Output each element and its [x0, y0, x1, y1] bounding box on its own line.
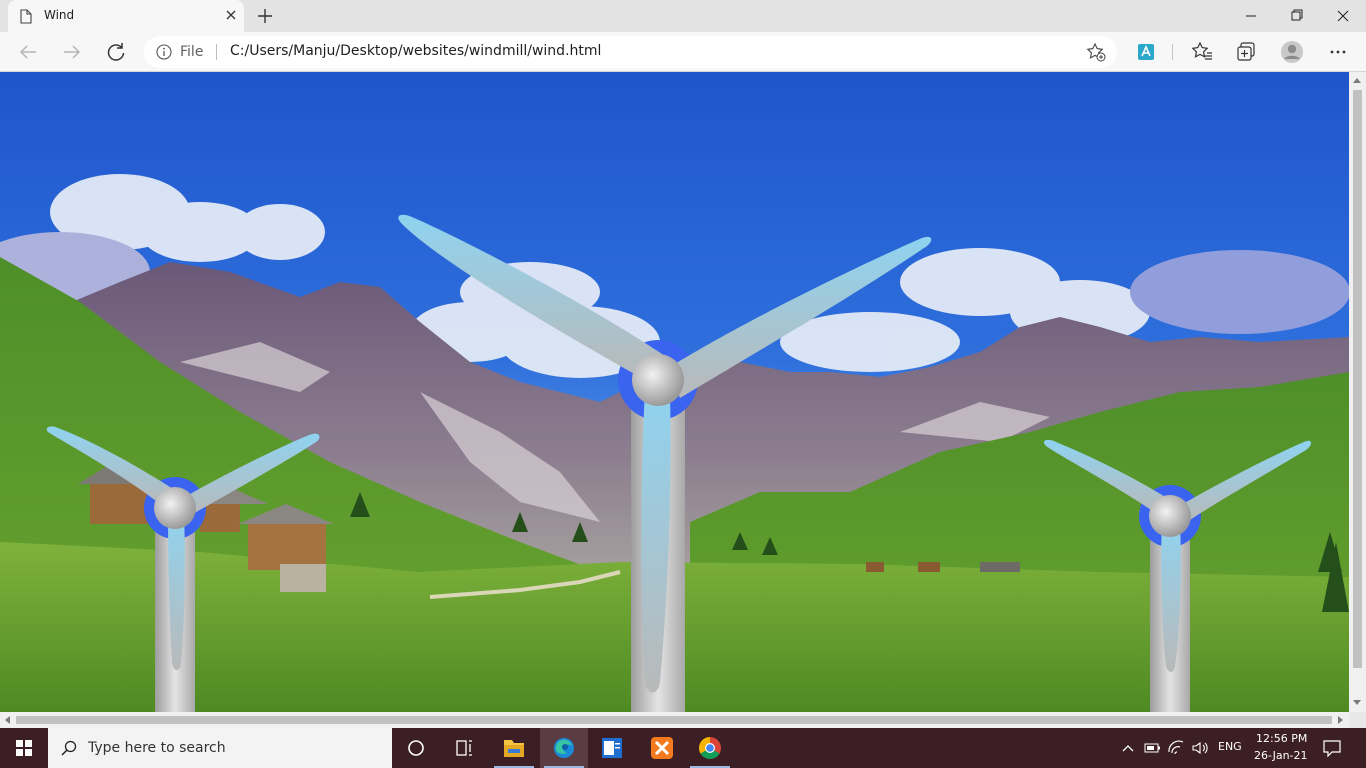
browser-title-bar: Wind	[0, 0, 1366, 32]
page-icon	[20, 9, 32, 24]
extension-icon[interactable]	[1132, 38, 1160, 66]
info-icon[interactable]	[156, 44, 172, 60]
search-icon	[61, 740, 77, 756]
scroll-up-icon[interactable]	[1353, 78, 1361, 83]
favorites-icon[interactable]	[1188, 38, 1216, 66]
scroll-corner	[1349, 712, 1366, 728]
cortana-icon[interactable]	[392, 728, 440, 768]
browser-tab[interactable]: Wind	[8, 0, 244, 32]
search-placeholder: Type here to search	[88, 740, 226, 756]
windmill-scene	[0, 72, 1349, 712]
browser-toolbar: File C:/Users/Manju/Desktop/websites/win…	[0, 32, 1366, 72]
close-tab-icon[interactable]	[222, 6, 240, 24]
volume-icon[interactable]	[1190, 738, 1210, 758]
battery-icon[interactable]	[1142, 738, 1162, 758]
profile-avatar-icon[interactable]	[1278, 38, 1306, 66]
windows-start-icon[interactable]	[0, 728, 48, 768]
chevron-up-icon[interactable]	[1118, 738, 1138, 758]
notifications-icon[interactable]	[1320, 736, 1344, 760]
refresh-icon[interactable]	[102, 38, 130, 66]
hub	[1149, 495, 1191, 537]
vertical-scrollbar[interactable]	[1349, 72, 1366, 712]
collections-icon[interactable]	[1232, 38, 1260, 66]
hub	[632, 354, 684, 406]
address-divider	[216, 44, 217, 60]
taskbar-search-box[interactable]: Type here to search	[48, 728, 392, 768]
xampp-icon[interactable]	[638, 728, 686, 768]
back-icon[interactable]	[14, 38, 42, 66]
clock-date[interactable]: 26-Jan-21	[1254, 749, 1308, 762]
language-indicator[interactable]: ENG	[1218, 740, 1242, 753]
new-tab-icon[interactable]	[254, 5, 276, 27]
close-window-icon[interactable]	[1320, 0, 1366, 32]
scroll-down-icon[interactable]	[1353, 700, 1361, 705]
chrome-icon[interactable]	[686, 728, 734, 768]
task-view-icon[interactable]	[440, 728, 488, 768]
minimize-icon[interactable]	[1228, 0, 1274, 32]
horizontal-scroll-thumb[interactable]	[16, 716, 1332, 724]
vertical-scroll-thumb[interactable]	[1353, 90, 1362, 668]
toolbar-divider	[1172, 44, 1173, 60]
edge-icon	[554, 738, 574, 758]
scroll-right-icon[interactable]	[1338, 716, 1343, 724]
scroll-left-icon[interactable]	[5, 716, 10, 724]
wifi-icon[interactable]	[1166, 738, 1186, 758]
address-bar[interactable]: File C:/Users/Manju/Desktop/websites/win…	[144, 36, 1117, 68]
page-viewport	[0, 72, 1349, 712]
more-menu-icon[interactable]	[1324, 38, 1352, 66]
clock-time[interactable]: 12:56 PM	[1256, 732, 1307, 745]
outlook-icon[interactable]	[588, 728, 636, 768]
windows-taskbar: Type here to search ENG 12:56 PM 26-Jan-…	[0, 728, 1366, 768]
tab-title: Wind	[44, 8, 75, 22]
hub	[154, 487, 196, 529]
restore-icon[interactable]	[1274, 0, 1320, 32]
file-explorer-icon[interactable]	[490, 728, 538, 768]
add-favorite-icon[interactable]	[1086, 42, 1106, 62]
url-text[interactable]: C:/Users/Manju/Desktop/websites/windmill…	[230, 43, 601, 59]
horizontal-scrollbar[interactable]	[0, 712, 1349, 728]
address-scheme-label: File	[180, 44, 204, 60]
taskbar-edge[interactable]	[540, 728, 588, 768]
forward-icon[interactable]	[58, 38, 86, 66]
